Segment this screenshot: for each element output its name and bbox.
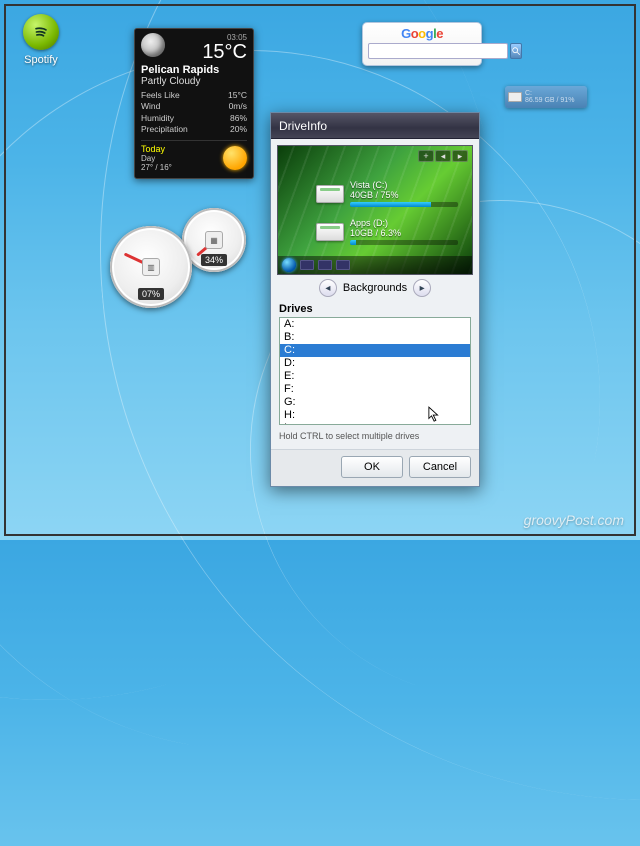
dialog-titlebar[interactable]: DriveInfo [271,113,479,139]
preview-drive1-bar [350,202,431,207]
weather-gadget[interactable]: 03:05 15°C Pelican Rapids Partly Cloudy … [134,28,254,179]
preview-drive2-bar [350,240,356,245]
preview-drive2-name: Apps (D:) [350,218,458,228]
backgrounds-label: Backgrounds [343,282,407,294]
moon-icon [141,33,165,57]
drive-row[interactable]: G: [280,396,470,409]
drives-heading: Drives [271,303,479,317]
hard-drive-icon [508,92,522,102]
spotify-icon [23,14,59,50]
background-preview: + ◂ ▸ Vista (C:) 40GB / 75% Apps (D:) 10… [277,145,473,275]
desktop-icon-spotify[interactable]: Spotify [12,14,70,66]
drive-row[interactable]: D: [280,357,470,370]
cancel-button[interactable]: Cancel [409,456,471,478]
drive-row[interactable]: E: [280,370,470,383]
preview-prev-button[interactable]: ◂ [435,150,451,162]
hard-drive-icon [316,223,344,241]
drive-row[interactable]: A: [280,318,470,331]
weather-condition: Partly Cloudy [141,76,247,87]
google-search-gadget[interactable]: Google [362,22,482,66]
taskbar-icon [318,260,332,270]
drive-row[interactable]: C: [280,344,470,357]
drive-row[interactable]: B: [280,331,470,344]
cpu-value: 07% [138,288,164,300]
start-orb-icon [282,258,296,272]
taskbar-icon [300,260,314,270]
weather-location: Pelican Rapids [141,64,247,76]
ram-value: 34% [201,254,227,266]
drive-row[interactable]: F: [280,383,470,396]
driveinfo-dialog: DriveInfo + ◂ ▸ Vista (C:) 40GB / 75% Ap… [270,112,480,487]
preview-drive2-stats: 10GB / 6.3% [350,228,458,238]
sun-icon [223,146,247,170]
drive-row[interactable]: I: [280,422,470,425]
taskbar-icon [336,260,350,270]
preview-next-button[interactable]: ▸ [452,150,468,162]
weather-temp: 15°C [202,42,247,62]
background-next-button[interactable]: ▸ [413,279,431,297]
cpu-meter-gadget[interactable]: ▦ 34% ▥ 07% [110,208,260,318]
forecast-title: Today [141,144,172,154]
google-search-button[interactable] [510,43,522,59]
ok-button[interactable]: OK [341,456,403,478]
drive-row[interactable]: H: [280,409,470,422]
desktop-icon-label: Spotify [12,54,70,66]
mini-drive-gadget[interactable]: C: 86.59 GB / 91% [505,86,587,108]
drives-hint: Hold CTRL to select multiple drives [271,429,479,449]
mini-drive-stats: 86.59 GB / 91% [525,97,574,104]
background-prev-button[interactable]: ◂ [319,279,337,297]
mini-drive-label: C: [525,90,574,97]
dialog-title: DriveInfo [279,119,327,133]
drives-listbox[interactable]: A:B:C:D:E:F:G:H:I:J: [279,317,471,425]
cpu-gauge: ▥ 07% [110,226,192,308]
preview-drive1-stats: 40GB / 75% [350,190,458,200]
preview-add-button[interactable]: + [418,150,434,162]
google-search-input[interactable] [368,43,508,59]
watermark: groovyPost.com [524,512,624,528]
preview-drive1-name: Vista (C:) [350,180,458,190]
google-logo: Google [368,26,476,41]
hard-drive-icon [316,185,344,203]
